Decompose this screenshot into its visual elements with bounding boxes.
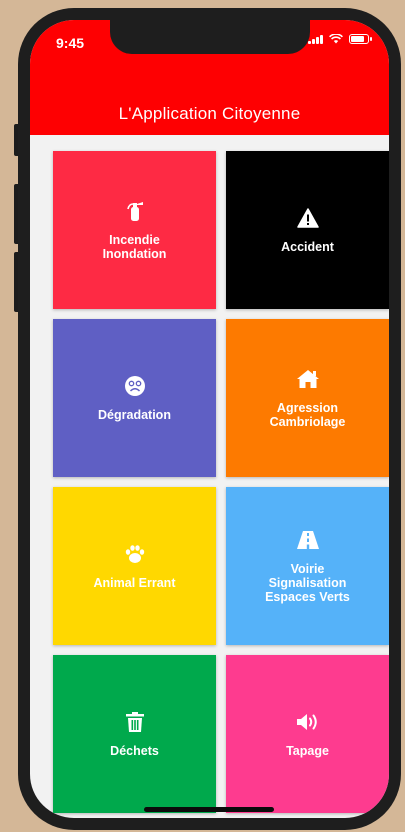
tile-label: Accident xyxy=(281,240,334,254)
notch xyxy=(110,20,310,54)
tile-label: Animal Errant xyxy=(93,576,176,590)
volume-icon xyxy=(296,714,317,730)
app-header: 9:45 L'Application Citoyenne xyxy=(30,20,389,135)
battery-icon xyxy=(349,34,372,44)
fire-extinguisher-icon xyxy=(126,202,143,221)
tile-animal-errant[interactable]: Animal Errant xyxy=(53,487,216,645)
tile-label: Dégradation xyxy=(98,408,171,422)
warning-icon xyxy=(296,208,319,228)
wifi-icon xyxy=(329,34,343,44)
tile-label: Incendie Inondation xyxy=(102,233,167,261)
category-grid: Incendie Inondation Accident Dégradation… xyxy=(53,151,389,813)
page-title: L'Application Citoyenne xyxy=(118,104,301,123)
tile-label: Voirie Signalisation Espaces Verts xyxy=(265,562,350,604)
tile-agression-cambriolage[interactable]: Agression Cambriolage xyxy=(226,319,389,477)
tile-label: Tapage xyxy=(286,744,329,758)
app-screen: 9:45 L'Application Citoyenne Incendie In… xyxy=(30,20,389,818)
tile-tapage[interactable]: Tapage xyxy=(226,655,389,813)
tile-degradation[interactable]: Dégradation xyxy=(53,319,216,477)
tile-dechets[interactable]: Déchets xyxy=(53,655,216,813)
road-icon xyxy=(296,531,319,549)
home-indicator[interactable] xyxy=(144,807,274,812)
sad-face-icon xyxy=(124,376,145,396)
signal-icon xyxy=(308,34,323,44)
status-icons xyxy=(308,34,372,44)
phone-frame: 9:45 L'Application Citoyenne Incendie In… xyxy=(18,8,401,830)
tile-accident[interactable]: Accident xyxy=(226,151,389,309)
trash-icon xyxy=(125,712,144,732)
home-icon xyxy=(296,370,319,388)
paw-icon xyxy=(125,545,144,563)
tile-label: Agression Cambriolage xyxy=(269,401,346,429)
tile-incendie-inondation[interactable]: Incendie Inondation xyxy=(53,151,216,309)
status-time: 9:45 xyxy=(56,35,85,51)
tile-label: Déchets xyxy=(110,744,159,758)
tile-voirie[interactable]: Voirie Signalisation Espaces Verts xyxy=(226,487,389,645)
